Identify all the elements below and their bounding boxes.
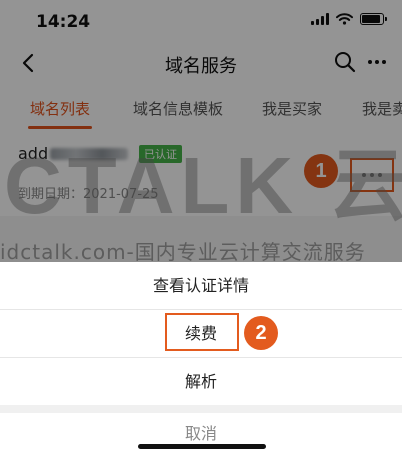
sheet-separator xyxy=(0,405,402,413)
renew-highlight xyxy=(165,313,239,351)
view-verification-details-option[interactable]: 查看认证详情 xyxy=(0,262,402,309)
app-screen: 14:24 域名服务 域名列表 域名信息模板 我是买家 我是卖 add 已认证 … xyxy=(0,0,402,455)
home-indicator[interactable] xyxy=(138,444,266,449)
action-sheet: 查看认证详情 续费 解析 取消 xyxy=(0,262,402,455)
step-marker-2: 2 xyxy=(244,316,278,350)
dns-resolve-option[interactable]: 解析 xyxy=(0,358,402,405)
